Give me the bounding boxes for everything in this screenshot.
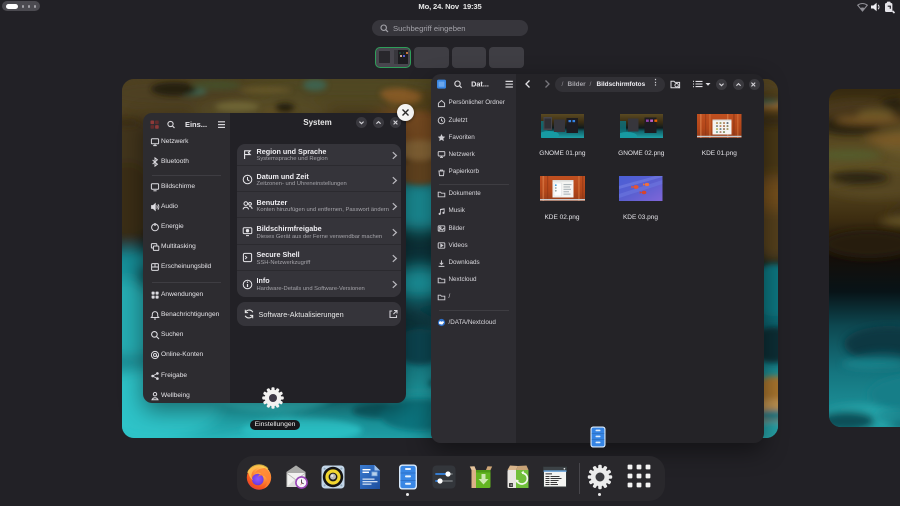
svg-text:Dat...: Dat... (471, 80, 489, 89)
svg-text:Eins...: Eins... (185, 120, 207, 129)
